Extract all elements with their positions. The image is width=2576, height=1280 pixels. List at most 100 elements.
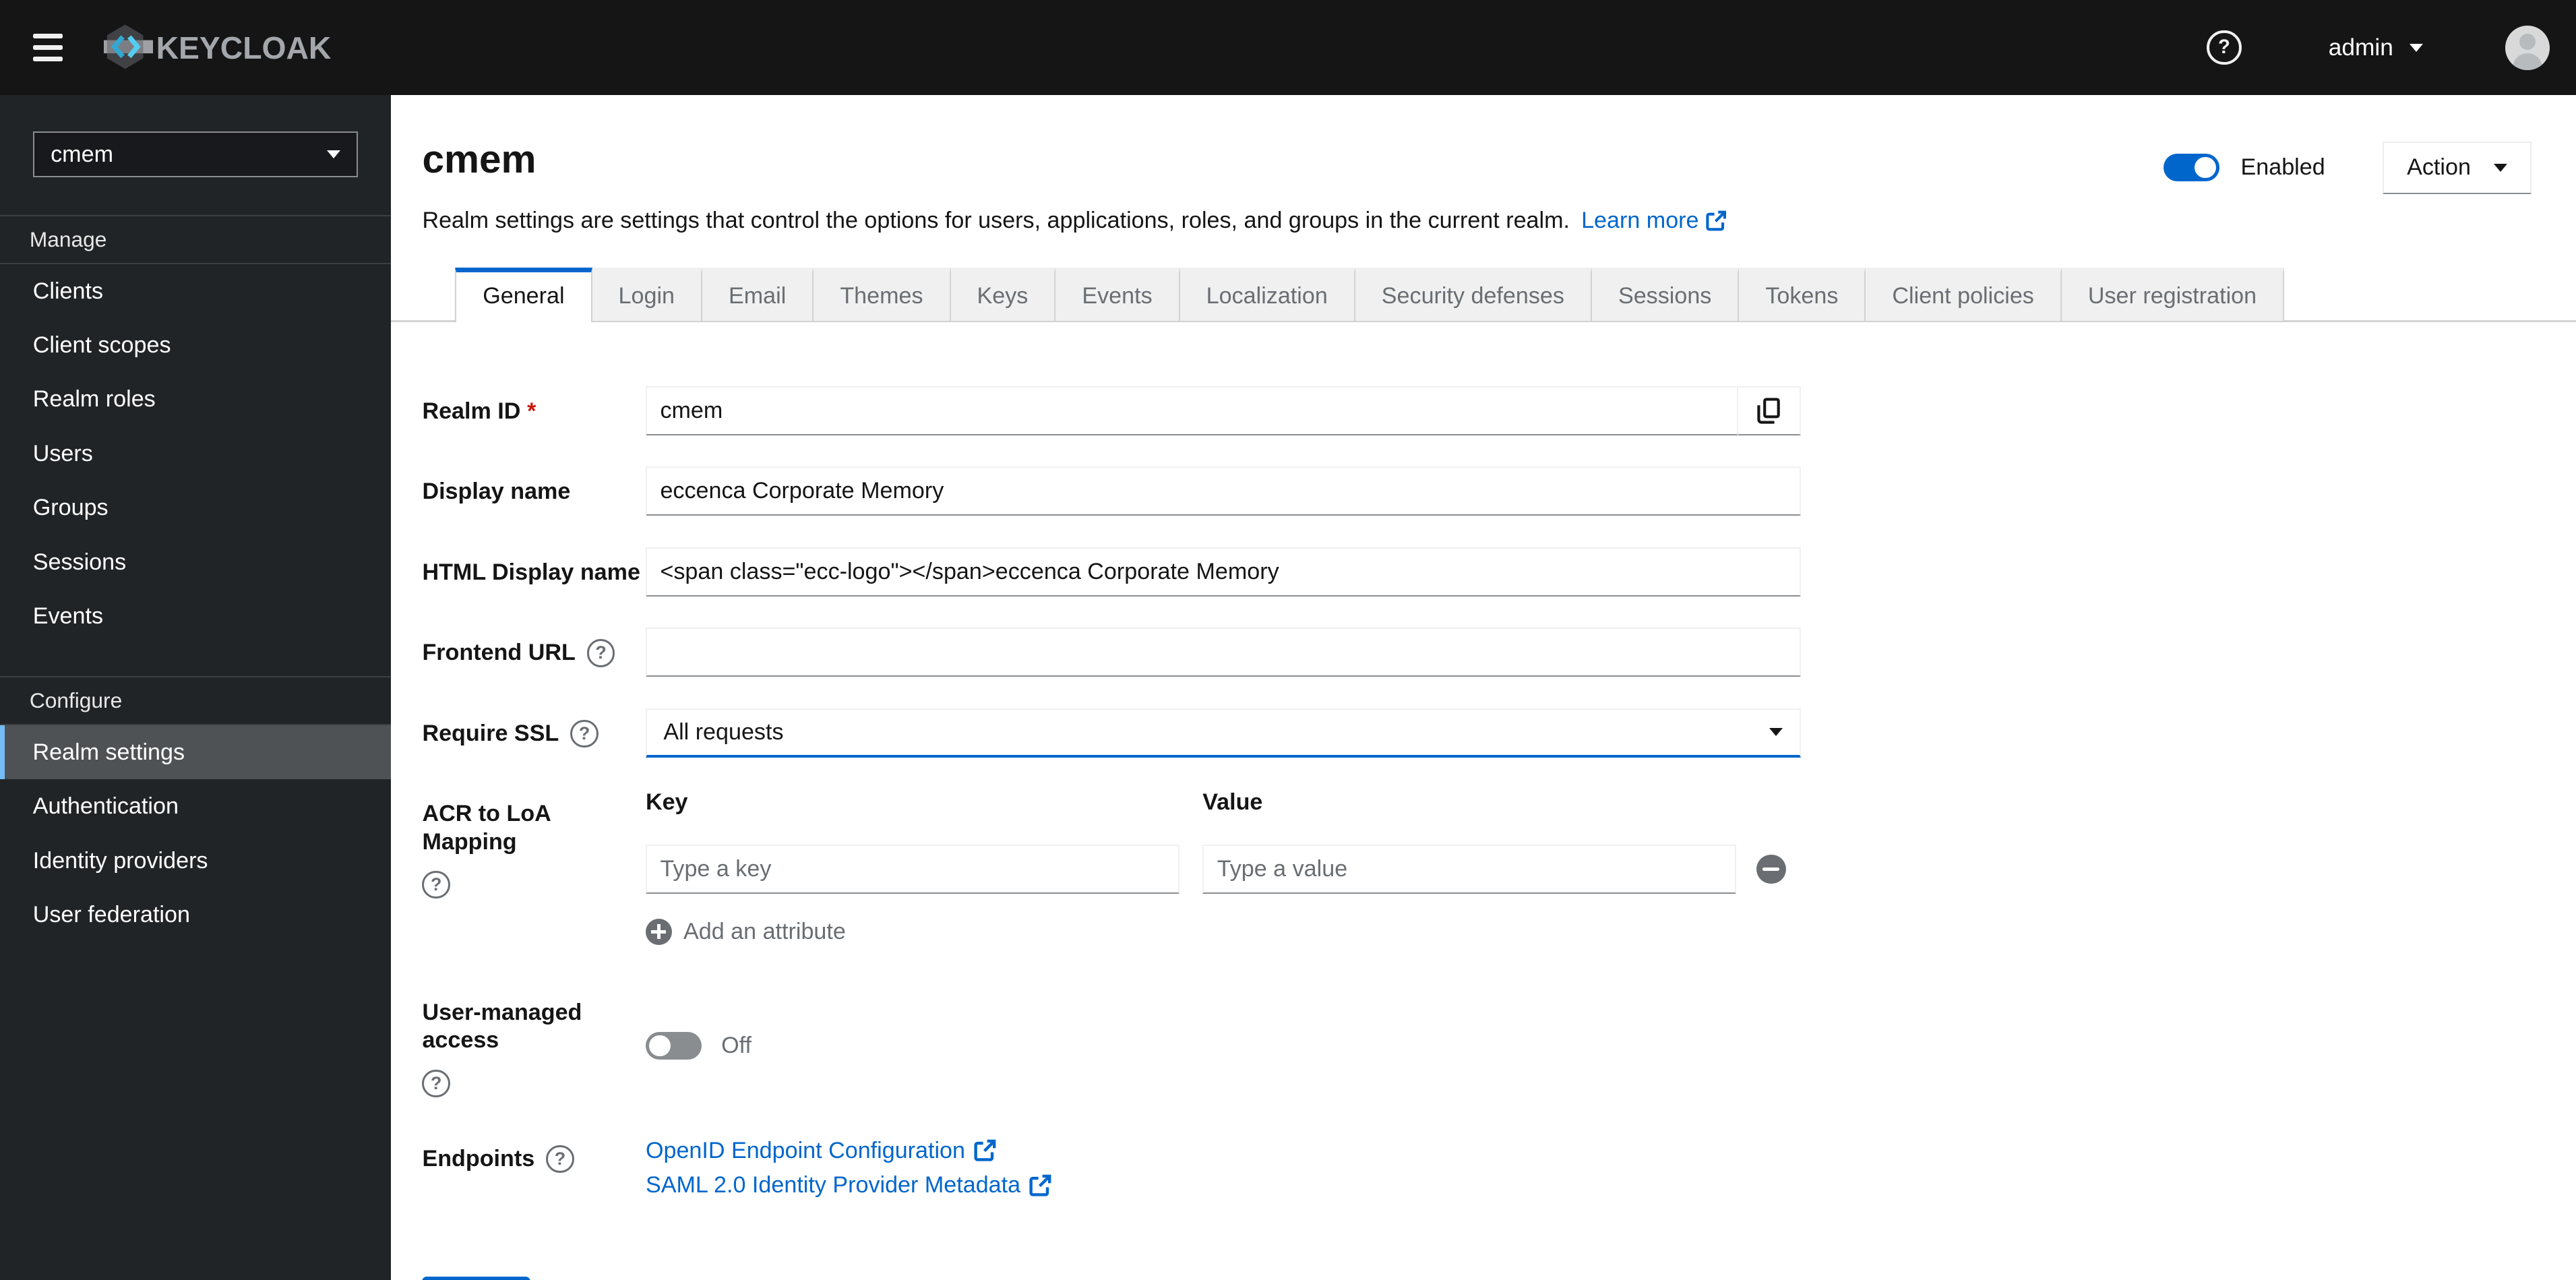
tab-security-defenses[interactable]: Security defenses [1355,268,1592,322]
page-header: cmem Enabled Action [391,95,2576,194]
tab-email[interactable]: Email [702,268,814,322]
page-description-row: Realm settings are settings that control… [391,194,2576,235]
nav-section-title-manage: Manage [29,227,107,252]
realm-selector-value: cmem [51,141,113,167]
realm-selector-dropdown[interactable]: cmem [32,131,359,178]
help-icon[interactable] [2207,30,2242,65]
page-description: Realm settings are settings that control… [422,208,1570,234]
help-icon[interactable] [546,1145,574,1174]
display-name-label: Display name [422,479,571,505]
frontend-url-row: Frontend URL [422,628,2576,677]
add-attribute-label: Add an attribute [683,918,846,944]
sidebar-item-authentication[interactable]: Authentication [0,779,391,833]
save-button[interactable]: Save [422,1276,531,1280]
help-icon[interactable] [422,870,450,899]
realm-id-group [645,386,1801,435]
main-layout: cmem Manage Clients Client scopes Realm … [0,95,2576,1280]
page-title: cmem [422,137,536,181]
keycloak-admin-console: KEYCLOAK admin cmem Manage Clients Clien… [0,0,2576,1280]
sidebar-item-identity-providers[interactable]: Identity providers [0,834,391,888]
sidebar-item-realm-roles[interactable]: Realm roles [0,372,391,426]
tab-sessions[interactable]: Sessions [1591,268,1740,322]
tab-user-registration[interactable]: User registration [2061,268,2285,322]
action-dropdown-label: Action [2407,154,2471,181]
caret-down-icon [327,150,340,158]
user-avatar[interactable] [2505,25,2550,70]
plus-circle-icon [645,918,672,945]
content-area: cmem Enabled Action Realm settings are s… [391,95,2576,1280]
tab-client-policies[interactable]: Client policies [1866,268,2062,322]
acr-key-input[interactable] [645,844,1180,894]
frontend-url-label: Frontend URL [422,640,576,666]
learn-more-label: Learn more [1581,208,1699,234]
require-ssl-label: Require SSL [422,720,559,746]
add-attribute-button[interactable]: Add an attribute [645,918,1801,945]
tab-general[interactable]: General [455,268,592,322]
header-controls: Enabled Action [2163,141,2532,194]
acr-value-input[interactable] [1202,844,1737,894]
toggle-state-label: Off [721,1032,752,1058]
tab-events[interactable]: Events [1055,268,1180,322]
key-column-header: Key [645,789,688,815]
general-settings-form: Realm ID* Display name [391,322,2576,1280]
sidebar-item-clients[interactable]: Clients [0,264,391,318]
realm-id-input[interactable] [645,386,1738,435]
hamburger-menu-icon[interactable] [32,33,63,62]
acr-to-loa-row: ACR to LoA Mapping Key Value [422,789,2576,945]
sidebar-item-client-scopes[interactable]: Client scopes [0,318,391,372]
sidebar-item-realm-settings[interactable]: Realm settings [0,725,392,780]
tab-keys[interactable]: Keys [950,268,1056,322]
display-name-row: Display name [422,466,2576,516]
nav-gap [0,644,391,677]
masthead-right: admin [2207,25,2576,70]
realm-id-label: Realm ID * [422,398,536,424]
acr-kv-row [645,844,1801,894]
sidebar-item-users[interactable]: Users [0,427,391,481]
sidebar-item-sessions[interactable]: Sessions [0,535,391,589]
html-display-name-input[interactable] [645,547,1801,597]
require-ssl-value: All requests [663,719,784,745]
enabled-label: Enabled [2240,154,2325,181]
tab-tokens[interactable]: Tokens [1739,268,1866,322]
keycloak-logo-icon [103,24,153,69]
tab-localization[interactable]: Localization [1179,268,1355,322]
saml-idp-metadata-link[interactable]: SAML 2.0 Identity Provider Metadata [646,1171,1801,1199]
display-name-input[interactable] [645,466,1801,516]
external-link-icon [1706,210,1727,231]
realm-enabled-toggle[interactable] [2163,153,2219,182]
endpoints-row: Endpoints OpenID Endpoint Configuration [422,1134,2576,1200]
require-ssl-row: Require SSL All requests [422,708,2576,758]
acr-kv-headers: Key Value [646,789,1801,816]
help-icon[interactable] [422,1069,450,1098]
acr-to-loa-label: ACR to LoA Mapping [422,801,551,855]
openid-endpoint-configuration-link[interactable]: OpenID Endpoint Configuration [646,1137,1801,1165]
require-ssl-select[interactable]: All requests [645,708,1801,758]
keycloak-brand: KEYCLOAK [103,23,332,72]
sidebar-item-groups[interactable]: Groups [0,481,391,535]
sidebar-item-events[interactable]: Events [0,589,391,643]
caret-down-icon [1769,728,1783,736]
frontend-url-input[interactable] [645,628,1801,677]
tab-themes[interactable]: Themes [814,268,951,322]
copy-button[interactable] [1738,386,1801,435]
brand-text: KEYCLOAK [156,30,332,65]
html-display-name-row: HTML Display name [422,547,2576,597]
realm-id-row: Realm ID * [422,386,2576,435]
user-managed-access-row: User-managed access Off [422,987,2576,1098]
action-dropdown-button[interactable]: Action [2383,141,2532,194]
user-managed-access-label: User-managed access [422,1000,582,1054]
value-column-header: Value [1202,789,1263,815]
form-actions: Save Revert [422,1276,2576,1280]
user-managed-access-toggle[interactable] [645,1031,702,1060]
tab-login[interactable]: Login [592,268,703,322]
remove-attribute-button[interactable] [1756,854,1786,884]
username: admin [2328,34,2393,61]
realm-settings-tabs: General Login Email Themes Keys Events L… [391,268,2576,322]
html-display-name-label: HTML Display name [422,559,640,585]
learn-more-link[interactable]: Learn more [1581,207,1727,235]
sidebar-item-user-federation[interactable]: User federation [0,888,391,942]
help-icon[interactable] [570,719,599,748]
help-icon[interactable] [586,639,615,667]
endpoints-label: Endpoints [422,1145,535,1171]
user-menu[interactable]: admin [2329,34,2424,61]
